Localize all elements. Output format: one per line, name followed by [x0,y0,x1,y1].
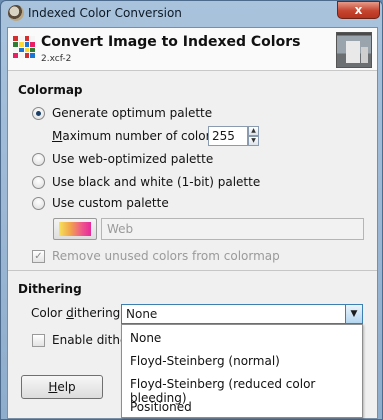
palette-cell [18,53,24,58]
dialog-header: Convert Image to Indexed Colors 2.xcf-2 [8,28,377,71]
palette-cell [24,41,30,47]
window-title: Indexed Color Conversion [28,6,182,20]
dropdown-option-positioned[interactable]: Positioned [122,396,362,418]
dithering-dropdown-menu: None Floyd-Steinberg (normal) Floyd-Stei… [121,324,363,418]
radio-custom-palette[interactable] [32,197,45,210]
enable-dither-checkbox[interactable] [32,334,45,347]
color-dithering-combo[interactable]: None ▼ [121,304,363,324]
gimp-app-icon [8,5,24,21]
palette-cell [18,41,24,47]
max-colors-label: Maximum number of colors: [52,129,221,143]
dialog-heading: Convert Image to Indexed Colors [41,34,301,50]
title-bar[interactable]: Indexed Color Conversion x [1,1,382,26]
remove-unused-checkbox[interactable]: ✓ [32,250,45,263]
palette-cell [13,47,18,53]
palette-cell [13,53,18,58]
palette-cell [30,47,35,53]
palette-cell [24,36,30,41]
palette-cell [30,41,35,47]
custom-palette-field[interactable]: Web [101,218,364,240]
color-dithering-label: Color dithering: [31,306,125,320]
palette-swatch-button[interactable] [53,218,97,240]
palette-cell [13,36,18,41]
spin-up-icon[interactable]: ▲ [248,126,259,136]
close-button[interactable]: x [337,1,380,19]
dropdown-arrow-icon[interactable]: ▼ [345,305,362,323]
palette-cell [30,53,35,58]
help-button[interactable]: Help [21,375,103,399]
section-divider [8,270,377,271]
radio-custom-palette-label: Use custom palette [52,196,169,210]
palette-cell [18,47,24,53]
palette-gradient-icon [59,222,91,236]
palette-cell [24,53,30,58]
indexed-palette-icon [13,36,35,58]
max-colors-input[interactable]: 255 [208,126,248,146]
remove-unused-label: Remove unused colors from colormap [52,249,280,263]
image-name: 2.xcf-2 [41,54,72,64]
palette-cell [24,47,30,53]
radio-web-optimized-label: Use web-optimized palette [52,152,214,166]
dropdown-option-floyd-reduced[interactable]: Floyd-Steinberg (reduced color bleeding) [122,373,362,405]
palette-cell [13,41,18,47]
palette-cell [18,36,24,41]
dialog-body: Convert Image to Indexed Colors 2.xcf-2 … [7,27,378,419]
dithering-section-title: Dithering [18,282,82,296]
color-dithering-value: None [126,307,158,321]
radio-generate-optimum[interactable] [32,107,45,120]
image-thumbnail [336,32,372,68]
palette-cell [30,36,35,41]
radio-web-optimized[interactable] [32,153,45,166]
dialog-window: Indexed Color Conversion x Convert Image… [0,0,383,420]
colormap-section-title: Colormap [18,83,83,97]
dropdown-option-none[interactable]: None [122,327,362,349]
radio-black-white-label: Use black and white (1-bit) palette [52,175,261,189]
radio-black-white[interactable] [32,176,45,189]
spin-down-icon[interactable]: ▼ [248,136,259,146]
max-colors-spinner[interactable]: ▲ ▼ [248,126,259,146]
dropdown-option-floyd-normal[interactable]: Floyd-Steinberg (normal) [122,350,362,372]
radio-generate-optimum-label: Generate optimum palette [52,106,213,120]
